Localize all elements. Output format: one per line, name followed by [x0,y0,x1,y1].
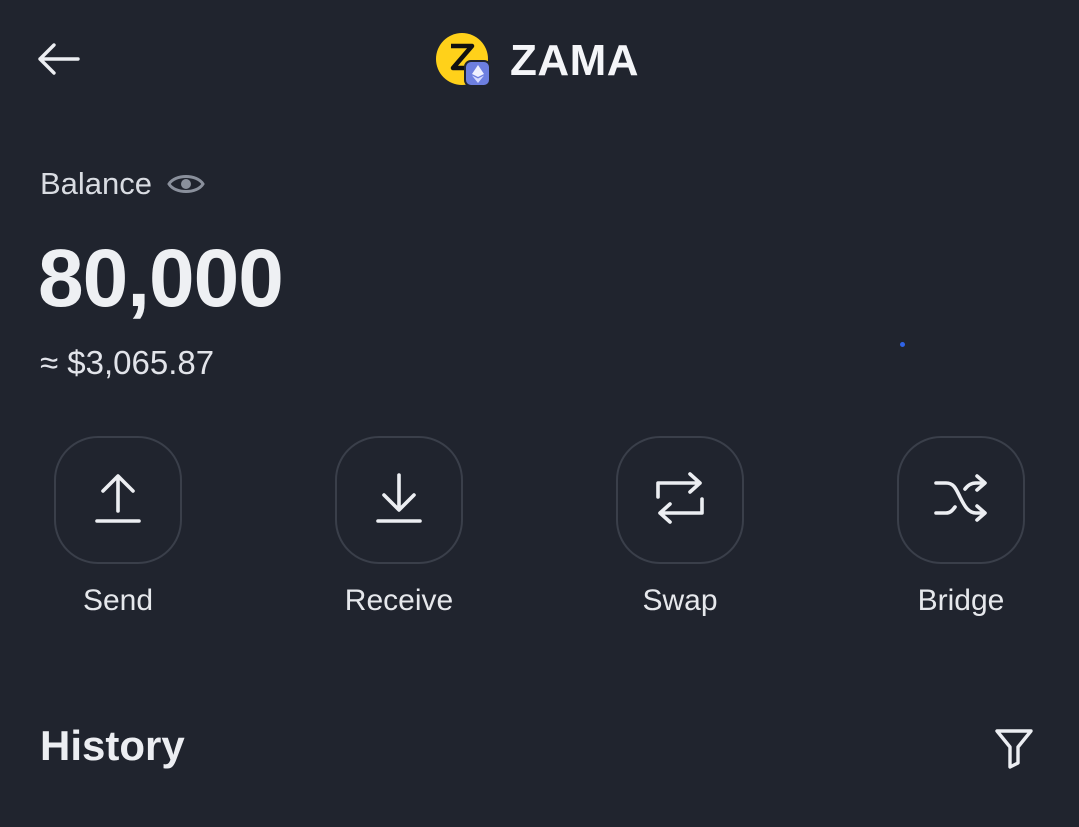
bridge-button[interactable]: Bridge [891,436,1031,618]
swap-button[interactable]: Swap [610,436,750,618]
filter-icon [994,727,1034,774]
send-button[interactable]: Send [48,436,188,618]
receive-button-circle[interactable] [335,436,463,564]
upload-icon [93,471,143,530]
back-button[interactable] [30,38,86,84]
history-title: History [40,722,185,769]
swap-icon [652,471,708,530]
receive-label: Receive [344,584,454,617]
bridge-label: Bridge [917,584,1005,617]
ethereum-icon [464,60,491,87]
receive-button[interactable]: Receive [329,436,469,618]
balance-label: Balance [40,166,153,201]
header: ZAMA [0,0,1079,120]
download-icon [374,471,424,530]
balance-label-row: Balance [40,166,206,202]
bridge-button-circle[interactable] [897,436,1025,564]
token-header: ZAMA [436,33,639,89]
arrow-left-icon [36,42,80,81]
decorative-dot [900,342,905,347]
fiat-value: ≈ $3,065.87 [40,344,215,381]
swap-label: Swap [642,584,718,617]
filter-button[interactable] [990,726,1038,774]
send-label: Send [82,584,154,617]
token-logo [436,33,492,89]
balance-amount: 80,000 [38,233,284,324]
send-button-circle[interactable] [54,436,182,564]
shuffle-icon [932,471,990,530]
eye-icon[interactable] [166,169,206,199]
action-bar: Send Receive Swap Bridge [0,436,1079,626]
swap-button-circle[interactable] [616,436,744,564]
token-title: ZAMA [510,36,640,85]
